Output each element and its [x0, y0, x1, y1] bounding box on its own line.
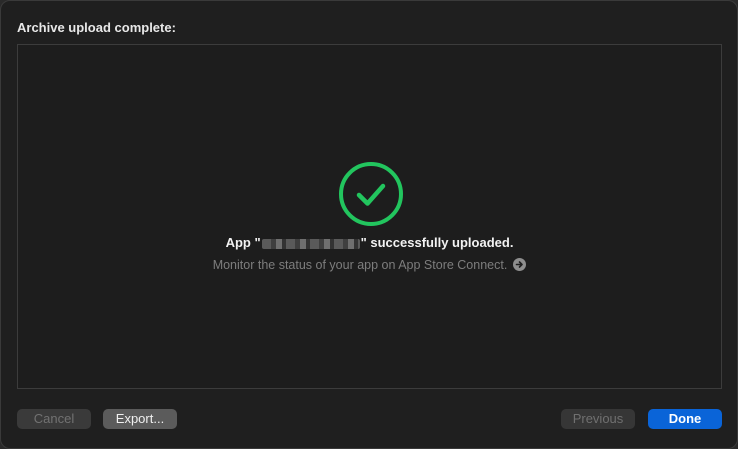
app-store-connect-link[interactable]: Monitor the status of your app on App St…: [18, 258, 721, 272]
checkmark-circle-icon: [339, 162, 403, 226]
status-panel: App " " successfully uploaded. Monitor th…: [17, 44, 722, 389]
message-prefix: App ": [225, 235, 261, 250]
export-button[interactable]: Export...: [103, 409, 177, 429]
message-suffix: " successfully uploaded.: [360, 235, 514, 250]
subtext-label: Monitor the status of your app on App St…: [212, 258, 508, 272]
previous-button[interactable]: Previous: [561, 409, 635, 429]
redacted-app-name: [261, 238, 360, 249]
upload-success-message: App " " successfully uploaded.: [18, 235, 721, 250]
done-button[interactable]: Done: [648, 409, 722, 429]
upload-dialog: Archive upload complete: App " " successf…: [0, 0, 738, 449]
arrow-right-circle-icon[interactable]: [513, 258, 527, 271]
cancel-button[interactable]: Cancel: [17, 409, 91, 429]
dialog-title: Archive upload complete:: [17, 20, 176, 35]
